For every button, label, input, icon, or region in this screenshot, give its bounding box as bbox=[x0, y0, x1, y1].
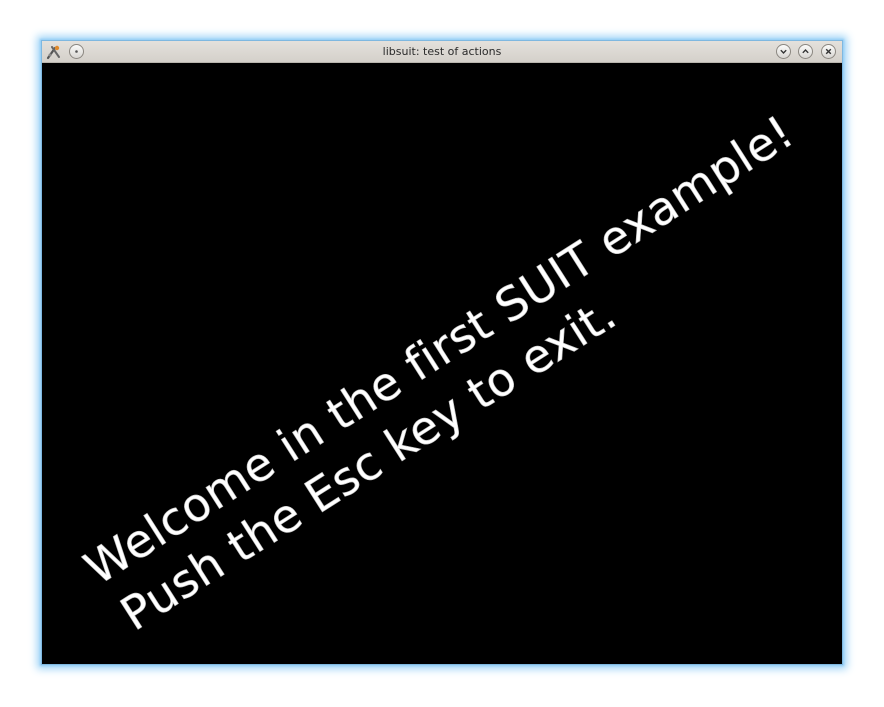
app-window: libsuit: test of actions Welcome in the … bbox=[41, 40, 843, 665]
chevron-down-icon[interactable] bbox=[776, 44, 791, 59]
title-bar[interactable]: libsuit: test of actions bbox=[42, 41, 842, 63]
window-title: libsuit: test of actions bbox=[382, 45, 502, 58]
exit-hint-text: Push the Esc key to exit. bbox=[111, 286, 625, 641]
close-icon[interactable] bbox=[821, 44, 836, 59]
render-canvas[interactable]: Welcome in the first SUIT example! Push … bbox=[42, 63, 842, 664]
chevron-up-icon[interactable] bbox=[798, 44, 813, 59]
rotated-text-scene: Welcome in the first SUIT example! Push … bbox=[75, 104, 804, 641]
welcome-text: Welcome in the first SUIT example! bbox=[75, 104, 803, 595]
